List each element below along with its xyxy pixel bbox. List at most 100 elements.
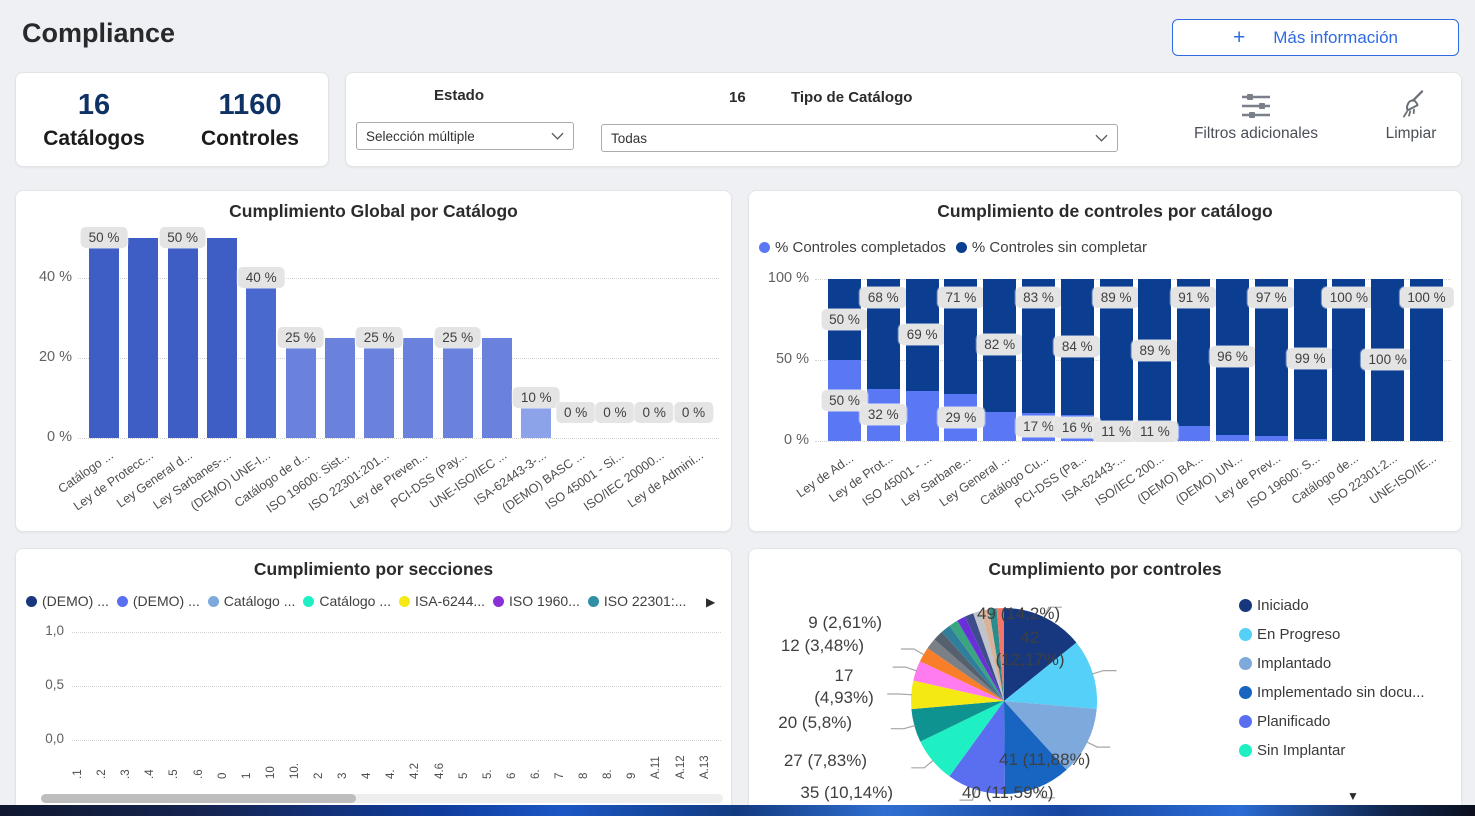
bar[interactable] (128, 238, 158, 438)
bar[interactable] (207, 238, 237, 438)
y-axis-tick: 40 % (28, 269, 72, 285)
pie-callout-label: 27 (7,83%) (749, 750, 867, 772)
bar-completados[interactable] (1216, 435, 1249, 441)
h-scrollbar-thumb[interactable] (41, 794, 356, 803)
x-axis-category: 4. (385, 769, 397, 779)
legend-item[interactable]: (DEMO) ... (117, 593, 200, 609)
x-axis-category: 6 (506, 773, 518, 779)
pie-callout-label: 42(12,17%) (987, 627, 1073, 671)
legend-label: Sin Implantar (1257, 742, 1345, 759)
pie-callout-label: 40 (11,59%) (962, 782, 1102, 804)
bar-completados[interactable] (1255, 436, 1288, 441)
legend: (DEMO) ... (DEMO) ... Catálogo ... Catálogo… (26, 593, 686, 609)
legend-dot (1239, 599, 1252, 612)
legend-dot (493, 596, 504, 607)
gridline (72, 686, 721, 687)
legend-dot (1239, 686, 1252, 699)
filtros-adicionales-label: Filtros adicionales (1194, 125, 1318, 143)
data-label: 96 % (1209, 346, 1256, 367)
pie-callout-label: 17(4,93%) (804, 665, 884, 709)
y-axis-tick: 0,0 (26, 731, 64, 746)
data-label: 97 % (1248, 287, 1295, 308)
legend-item[interactable]: % Controles sin completar (956, 239, 1147, 256)
chevron-down-icon (1095, 134, 1108, 142)
bar-completados[interactable] (906, 391, 939, 441)
bar[interactable] (89, 238, 119, 438)
data-label: 0 % (674, 402, 713, 423)
x-axis-category: .3 (120, 769, 132, 779)
callout-line (901, 649, 924, 655)
bar[interactable] (443, 338, 473, 438)
limpiar-button[interactable]: Limpiar (1371, 89, 1451, 143)
legend-item[interactable]: Catálogo ... (208, 593, 296, 609)
legend-label: % Controles completados (775, 239, 946, 256)
chart-global-card: Cumplimiento Global por Catálogo 0 %20 %… (15, 190, 732, 532)
legend-item[interactable]: ISA-6244... (399, 593, 485, 609)
legend-dot (956, 242, 967, 253)
tipo-dropdown[interactable]: Todas (601, 124, 1118, 152)
bar[interactable] (246, 278, 276, 438)
bar[interactable] (482, 338, 512, 438)
estado-label: Estado (434, 87, 484, 104)
legend-item[interactable]: ISO 1960... (493, 593, 580, 609)
data-label: 82 % (976, 334, 1023, 355)
legend-item[interactable]: ISO 22301:... (588, 593, 687, 609)
legend-item[interactable]: (DEMO) ... (26, 593, 109, 609)
x-axis-category: 4.2 (409, 763, 421, 779)
limpiar-label: Limpiar (1386, 125, 1437, 143)
x-axis-category: 3 (337, 773, 349, 779)
pie-callout-line-text: 17 (804, 665, 884, 687)
legend-item[interactable]: Catálogo ... (303, 593, 391, 609)
legend-dot (1239, 715, 1252, 728)
x-axis-category: 8. (602, 769, 614, 779)
bar-completados[interactable] (1294, 439, 1327, 441)
data-label: 25 % (434, 327, 481, 348)
legend-item[interactable]: Sin Implantar (1239, 742, 1345, 759)
legend: % Controles completados % Controles sin c… (759, 239, 1147, 256)
legend-item[interactable]: Implantado (1239, 655, 1331, 672)
bar-completados[interactable] (1177, 426, 1210, 441)
bar-completados[interactable] (983, 412, 1016, 441)
pie-callout-line-text: 49 (14,2%) (977, 603, 1107, 625)
expand-down-icon[interactable]: ▼ (1347, 789, 1359, 803)
broom-icon (1396, 89, 1426, 121)
filtros-adicionales-button[interactable]: Filtros adicionales (1176, 91, 1336, 143)
legend-item[interactable]: % Controles completados (759, 239, 946, 256)
legend-item[interactable]: Iniciado (1239, 597, 1309, 614)
bar[interactable] (168, 238, 198, 438)
legend-label: Planificado (1257, 713, 1330, 730)
y-axis-tick: 0 % (757, 432, 809, 448)
desktop-wallpaper-strip (0, 805, 1475, 816)
sliders-icon (1239, 91, 1273, 121)
bar[interactable] (325, 338, 355, 438)
bar[interactable] (364, 338, 394, 438)
legend-label: (DEMO) ... (42, 593, 109, 609)
kpi-controles: 1160 Controles (172, 73, 328, 166)
legend-item[interactable]: En Progreso (1239, 626, 1340, 643)
chevron-down-icon (551, 132, 564, 140)
chart-secciones-card: Cumplimiento por secciones (DEMO) ...(DE… (15, 548, 732, 806)
data-label: 99 % (1287, 348, 1334, 369)
estado-dropdown[interactable]: Selección múltiple (356, 122, 574, 150)
x-axis-category: 7 (554, 773, 566, 779)
bar[interactable] (403, 338, 433, 438)
data-label: 0 % (635, 402, 674, 423)
legend-label: ISA-6244... (415, 593, 485, 609)
legend-item[interactable]: Planificado (1239, 713, 1330, 730)
kpi-controles-label: Controles (201, 127, 299, 151)
chart-pie-plot: 49 (14,2%)42(12,17%)41 (11,88%)40 (11,59… (749, 549, 1461, 806)
x-axis-category: .4 (144, 769, 156, 779)
gridline (72, 740, 721, 741)
legend-dot (26, 596, 37, 607)
plus-icon: + (1233, 27, 1245, 48)
data-label: 89 % (1132, 340, 1179, 361)
data-label: 50 % (159, 227, 206, 248)
x-axis-category: 4 (361, 773, 373, 779)
data-label: 71 % (938, 287, 985, 308)
pie-callout-label: 9 (2,61%) (749, 612, 882, 634)
bar[interactable] (286, 338, 316, 438)
legend-item[interactable]: Implementado sin docu... (1239, 684, 1425, 701)
more-info-button[interactable]: + Más información (1172, 19, 1459, 56)
tipo-label: Tipo de Catálogo (791, 89, 912, 106)
legend-scroll-right-icon[interactable]: ▶ (706, 595, 715, 609)
